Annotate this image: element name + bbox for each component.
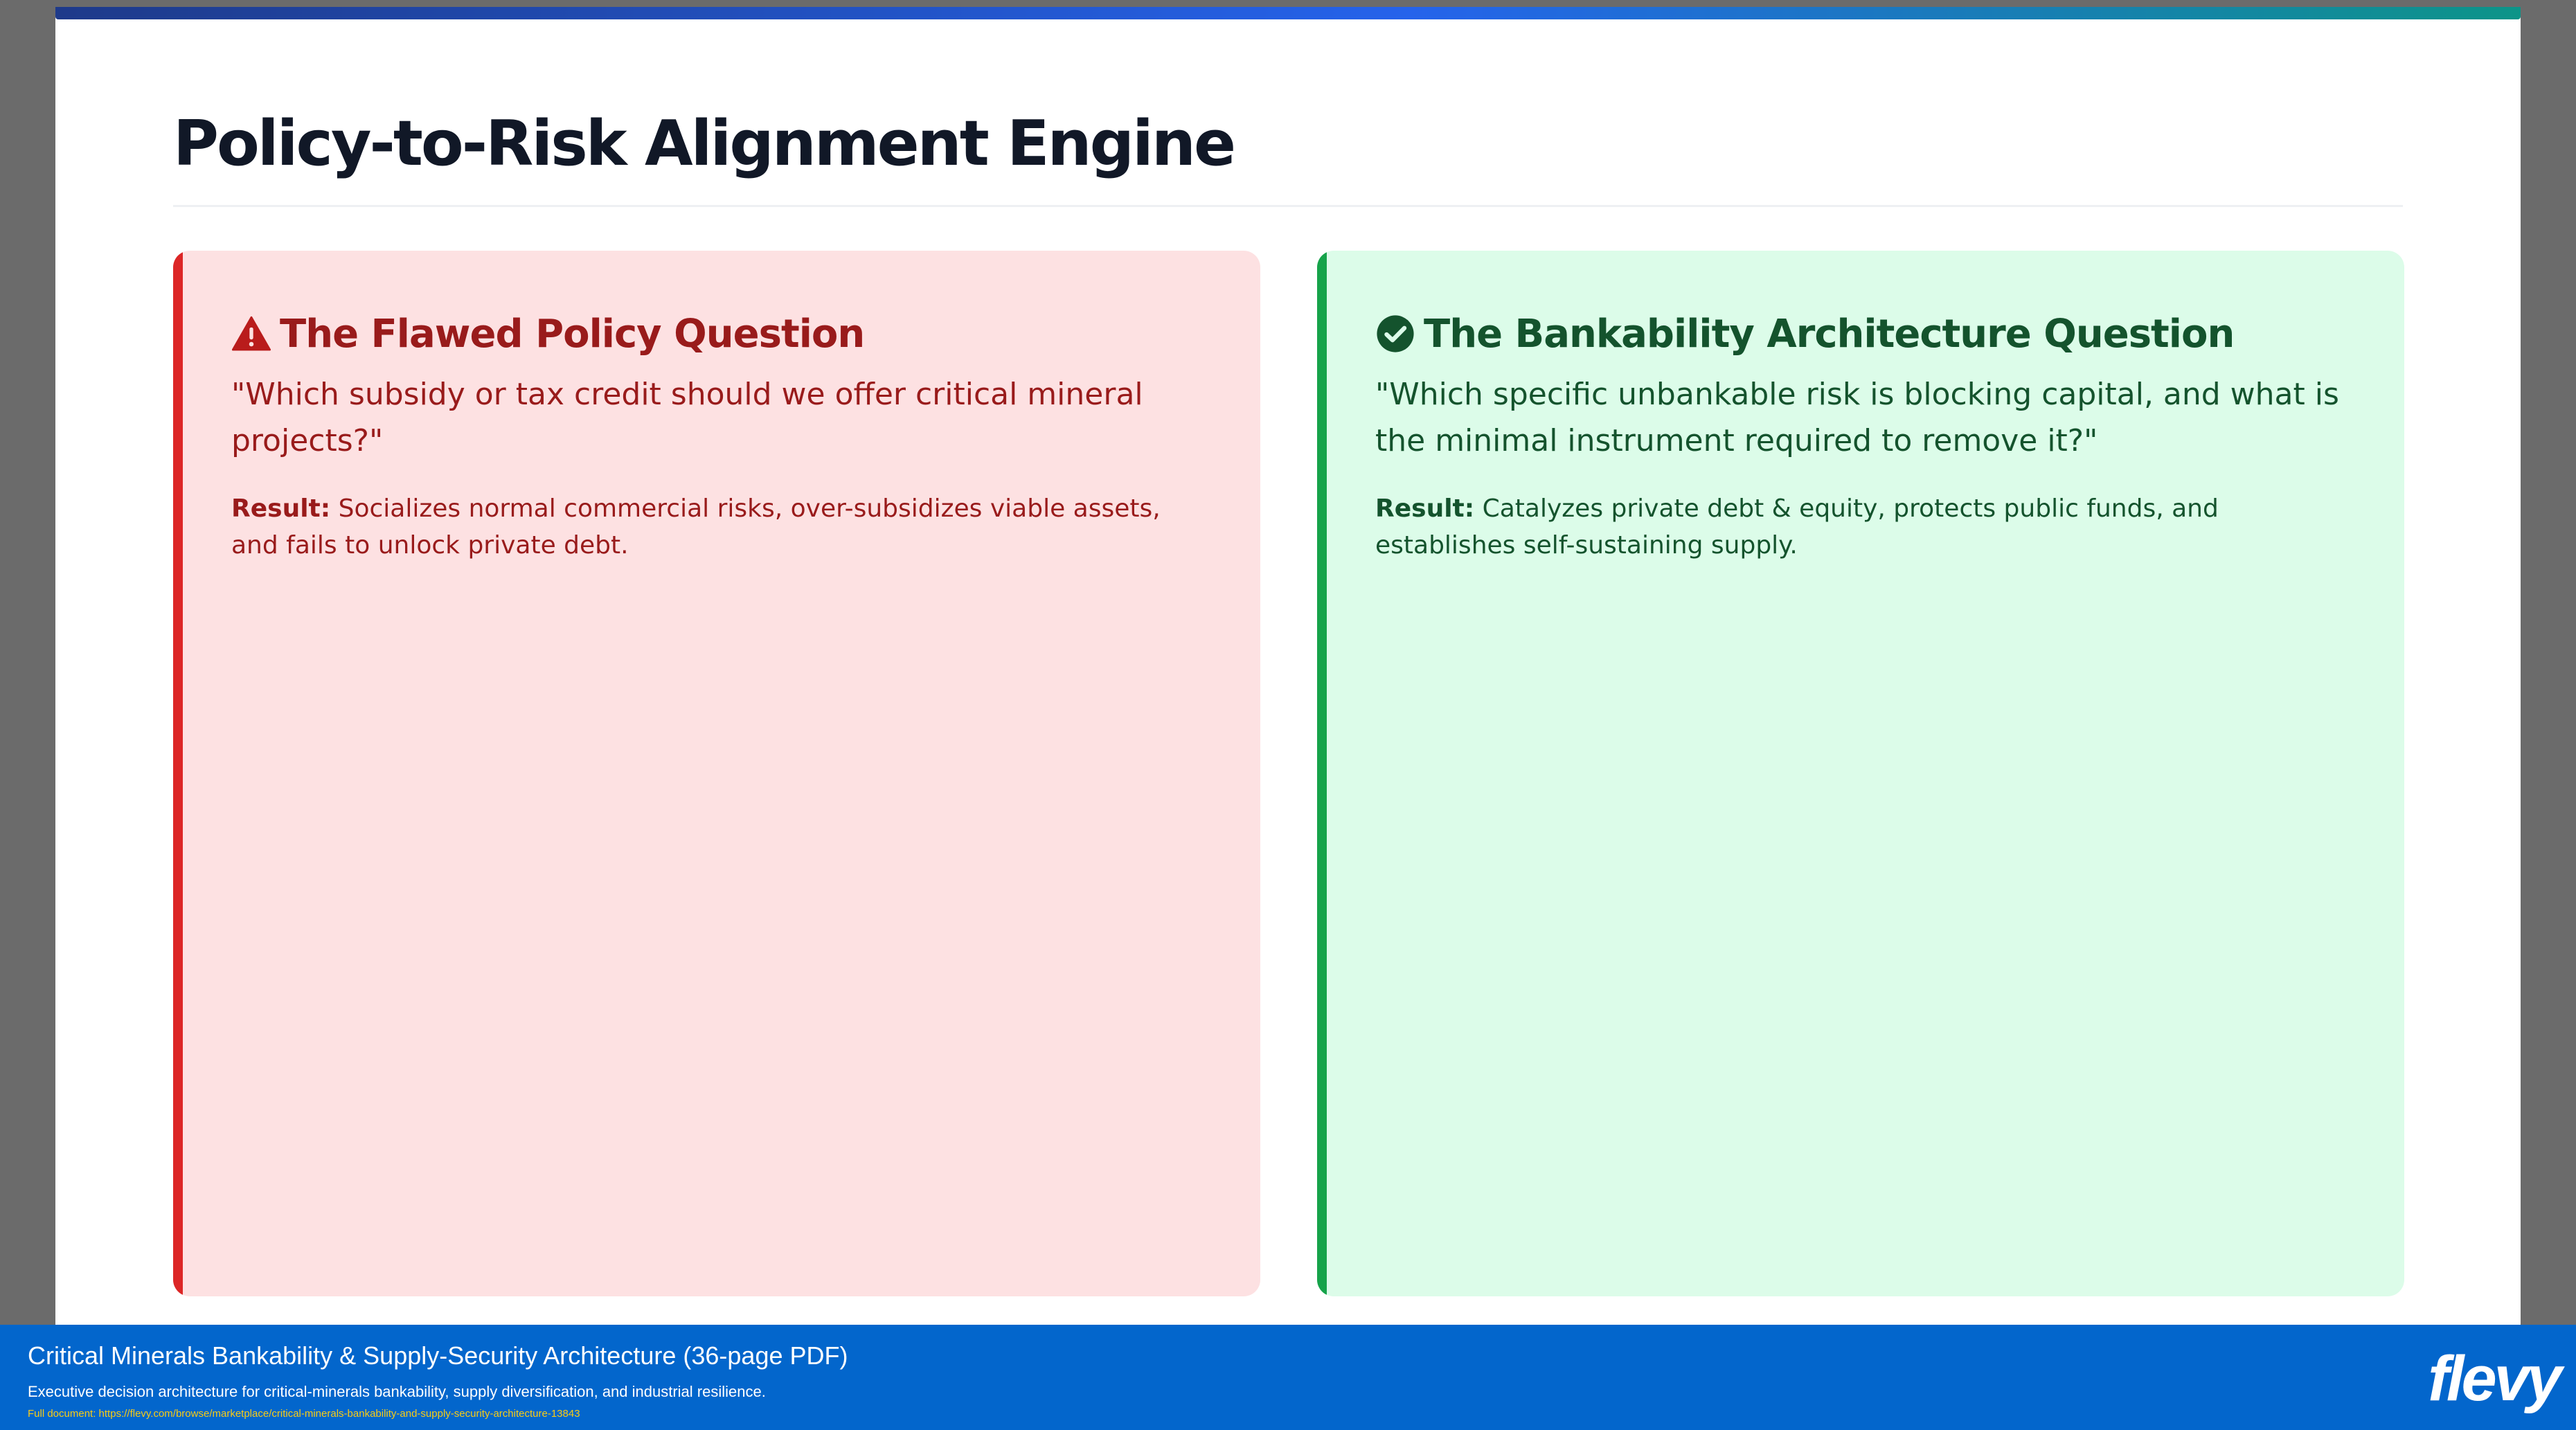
flawed-result-text: Socializes normal commercial risks, over… bbox=[231, 494, 1161, 560]
footer-document-link[interactable]: Full document: https://flevy.com/browse/… bbox=[28, 1408, 580, 1420]
footer-document-title[interactable]: Critical Minerals Bankability & Supply-S… bbox=[28, 1341, 848, 1370]
bankability-card-heading-text: The Bankability Architecture Question bbox=[1424, 311, 2235, 357]
bankability-card-quote: "Which specific unbankable risk is block… bbox=[1375, 377, 2339, 458]
page-title: Policy-to-Risk Alignment Engine bbox=[173, 107, 1236, 180]
flawed-policy-card: The Flawed Policy Question "Which subsid… bbox=[173, 251, 1260, 1296]
warning-triangle-icon bbox=[231, 316, 271, 351]
bankability-card-result: Result: Catalyzes private debt & equity,… bbox=[1375, 490, 2356, 564]
bankability-result-label: Result: bbox=[1375, 494, 1475, 523]
check-circle-icon bbox=[1377, 315, 1414, 352]
bankability-card-accent-bar bbox=[1317, 251, 1327, 1296]
flevy-logo[interactable]: flevy bbox=[2428, 1343, 2562, 1415]
document-footer-banner: Critical Minerals Bankability & Supply-S… bbox=[0, 1325, 2576, 1430]
flawed-card-quote: "Which subsidy or tax credit should we o… bbox=[231, 377, 1143, 458]
footer-description: Executive decision architecture for crit… bbox=[28, 1383, 766, 1400]
footer-title-text: Critical Minerals Bankability & Supply-S… bbox=[28, 1341, 677, 1370]
bankability-result-text: Catalyzes private debt & equity, protect… bbox=[1375, 494, 2219, 560]
bankability-architecture-card: The Bankability Architecture Question "W… bbox=[1317, 251, 2404, 1296]
flawed-card-accent-bar bbox=[173, 251, 183, 1296]
footer-page-count: (36-page PDF) bbox=[683, 1341, 848, 1370]
slide-top-accent-bar bbox=[55, 7, 2521, 19]
title-divider bbox=[173, 205, 2403, 207]
flawed-card-heading: The Flawed Policy Question bbox=[231, 306, 1212, 361]
bankability-card-heading: The Bankability Architecture Question bbox=[1375, 306, 2356, 361]
flawed-card-heading-text: The Flawed Policy Question bbox=[280, 311, 865, 357]
flawed-result-label: Result: bbox=[231, 494, 331, 523]
flawed-card-result: Result: Socializes normal commercial ris… bbox=[231, 490, 1212, 564]
slide: Policy-to-Risk Alignment Engine The Flaw… bbox=[55, 7, 2521, 1325]
